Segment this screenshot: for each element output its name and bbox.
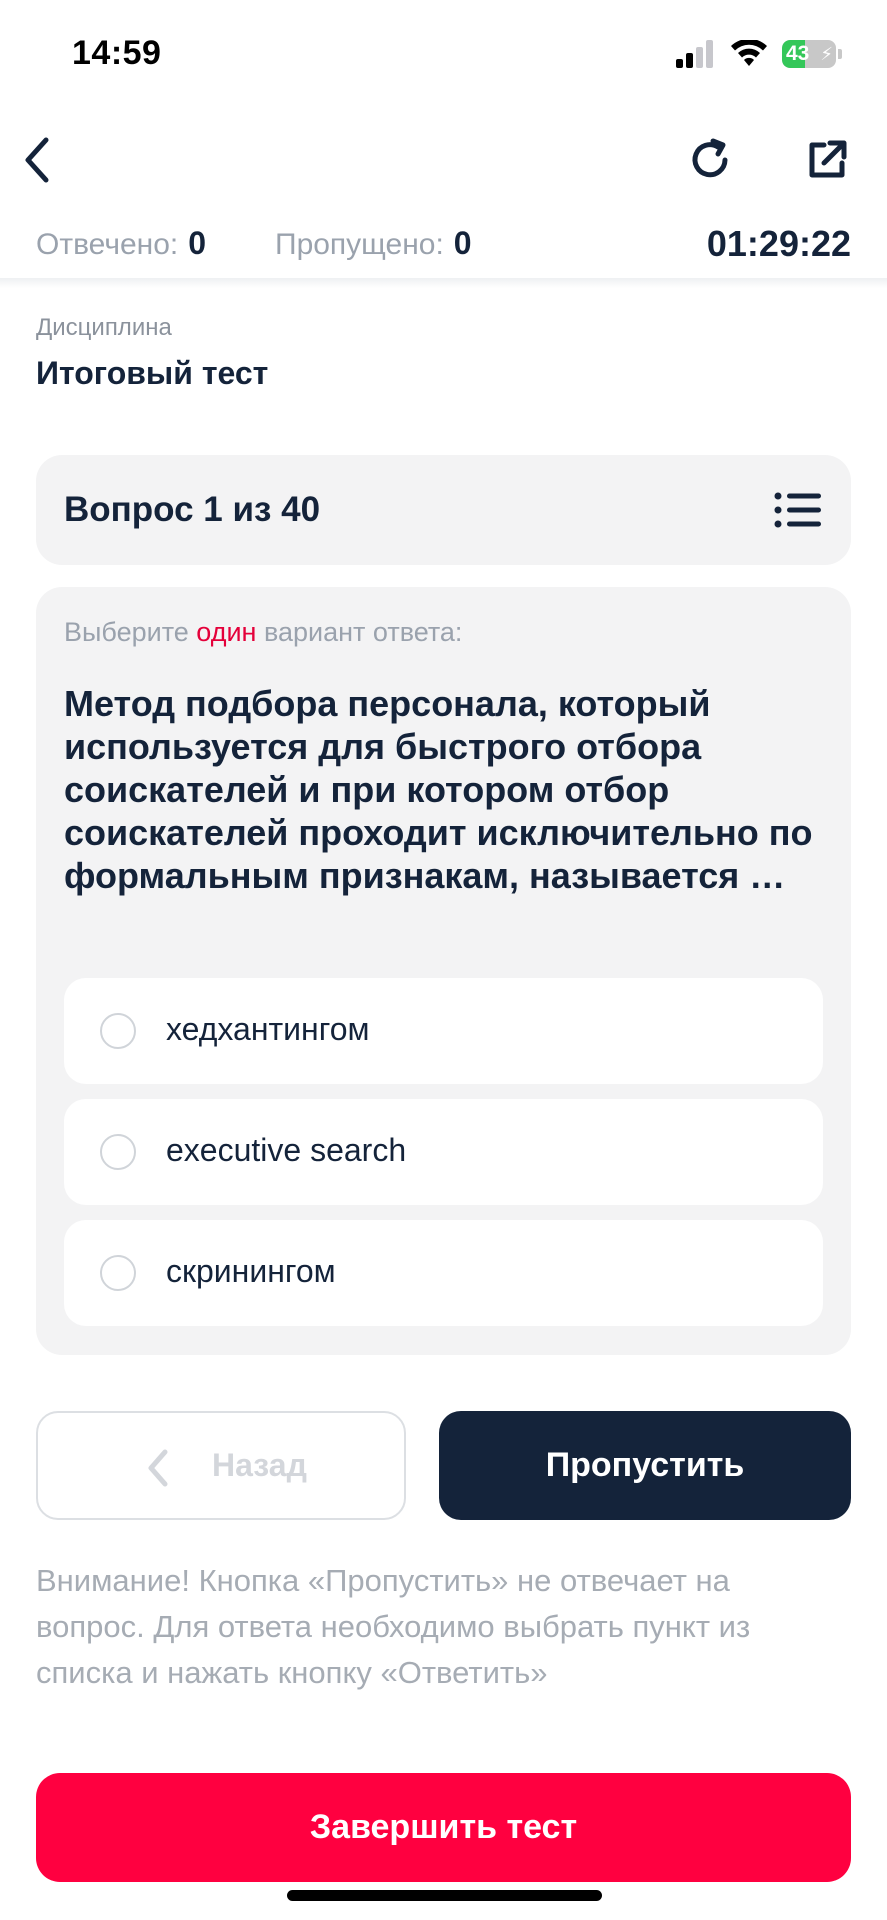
instruction-suffix: вариант ответа:: [256, 617, 463, 647]
skip-button[interactable]: Пропустить: [439, 1411, 851, 1520]
nav-bar: [0, 120, 887, 200]
previous-question-button[interactable]: Назад: [36, 1411, 406, 1520]
discipline-value: Итоговый тест: [36, 355, 269, 391]
share-button[interactable]: [797, 130, 857, 190]
question-card: Выберите один вариант ответа: Метод подб…: [36, 587, 851, 1355]
answered-counter: Отвечено: 0: [36, 225, 206, 262]
battery-icon: 43 ⚡: [782, 40, 836, 68]
external-link-icon: [809, 140, 847, 178]
skipped-label: Пропущено:: [275, 228, 444, 261]
answered-value: 0: [188, 225, 207, 261]
cellular-signal-icon: [676, 40, 713, 68]
answer-option-label: executive search: [166, 1132, 407, 1168]
answer-option[interactable]: хедхантингом: [64, 978, 823, 1084]
chevron-left-icon: [148, 1449, 168, 1487]
progress-counters: Отвечено: 0 Пропущено: 0 01:29:22: [0, 215, 887, 275]
discipline-label: Дисциплина: [36, 314, 172, 341]
back-button[interactable]: [8, 130, 68, 190]
answer-instruction: Выберите один вариант ответа:: [64, 617, 462, 648]
battery-indicator: 43 ⚡: [782, 40, 842, 68]
question-text: Метод подбора персонала, который использ…: [64, 683, 813, 896]
answer-option-label: хедхантингом: [166, 1011, 370, 1047]
header-divider: [0, 278, 887, 288]
home-indicator: [287, 1890, 602, 1901]
refresh-button[interactable]: [680, 130, 740, 190]
skipped-counter: Пропущено: 0: [275, 225, 472, 262]
radio-button[interactable]: [100, 1255, 136, 1291]
radio-button[interactable]: [100, 1013, 136, 1049]
charging-bolt-icon: ⚡: [820, 44, 833, 64]
question-number: Вопрос 1 из 40: [64, 490, 321, 529]
instruction-highlight: один: [196, 617, 257, 647]
refresh-icon: [692, 138, 728, 178]
battery-cap: [838, 49, 842, 59]
back-label: Назад: [212, 1447, 307, 1483]
wifi-icon: [731, 40, 767, 66]
finish-test-button[interactable]: Завершить тест: [36, 1773, 851, 1882]
skipped-value: 0: [453, 225, 472, 261]
finish-label: Завершить тест: [309, 1808, 578, 1846]
instruction-prefix: Выберите: [64, 617, 197, 647]
skip-label: Пропустить: [545, 1446, 745, 1484]
timer: 01:29:22: [706, 223, 851, 264]
answer-option[interactable]: executive search: [64, 1099, 823, 1205]
chevron-left-icon: [25, 137, 49, 183]
answer-option[interactable]: скринингом: [64, 1220, 823, 1326]
list-icon: [774, 492, 821, 528]
skip-notice: Внимание! Кнопка «Пропустить» не отвечае…: [36, 1563, 751, 1690]
status-icons: 43 ⚡: [676, 40, 842, 68]
status-time: 14:59: [72, 34, 162, 72]
question-list-toggle[interactable]: Вопрос 1 из 40: [36, 455, 851, 565]
status-bar: 14:59 43 ⚡: [0, 0, 887, 110]
answer-option-label: скринингом: [166, 1253, 336, 1289]
radio-button[interactable]: [100, 1134, 136, 1170]
answered-label: Отвечено:: [36, 228, 179, 261]
